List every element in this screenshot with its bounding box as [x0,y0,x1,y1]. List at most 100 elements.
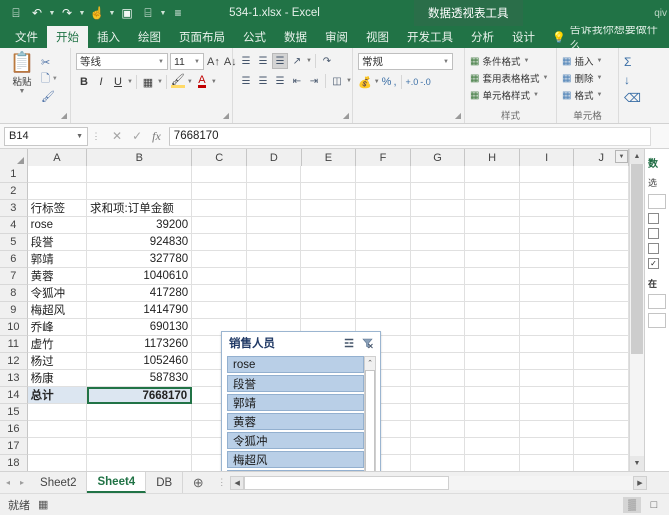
pivot-field-checkbox-2[interactable] [648,228,659,239]
tab-view[interactable]: 视图 [357,26,398,48]
cell-H15[interactable] [465,404,520,421]
currency-format-button[interactable]: 💰 [358,74,372,90]
insert-cells-dropdown-icon[interactable]: ▼ [596,58,602,64]
cell-F1[interactable] [355,166,411,183]
cell-B17[interactable] [87,438,193,455]
customize-qat-icon[interactable]: ≡ [168,3,188,23]
select-all-button[interactable] [0,149,28,166]
cell-I18[interactable] [520,455,575,471]
cell-B18[interactable] [87,455,193,471]
column-header-c[interactable]: C [192,149,247,166]
cell-H7[interactable] [465,268,520,285]
cell-E1[interactable] [301,166,356,183]
cell-C6[interactable] [192,251,247,268]
percent-format-button[interactable]: % [382,74,392,90]
number-format-select[interactable]: 常规 ▼ [358,53,453,70]
decrease-decimal-button[interactable]: -.0 [420,74,431,90]
cell-B3[interactable]: 求和项:订单金额 [87,200,193,217]
cell-A5[interactable]: 段誉 [27,234,88,251]
page-layout-view-icon[interactable]: □ [645,497,663,513]
cell-H1[interactable] [465,166,520,183]
cell-J16[interactable] [574,421,629,438]
fill-color-dropdown-icon[interactable]: ▼ [187,79,193,85]
vertical-scroll-thumb[interactable] [630,164,643,354]
delete-cells-dropdown-icon[interactable]: ▼ [596,75,602,81]
row-header-9[interactable]: 9 [0,302,28,319]
cell-C3[interactable] [192,200,247,217]
cell-B2[interactable] [87,183,193,200]
cell-I16[interactable] [519,421,575,438]
cell-styles-dropdown-icon[interactable]: ▼ [533,92,539,98]
sheet-tab-sheet2[interactable]: Sheet2 [30,472,88,493]
column-header-a[interactable]: A [27,149,88,166]
cell-C7[interactable] [192,268,247,285]
slicer-item-7[interactable]: 乔峰 [227,470,364,471]
tab-data[interactable]: 数据 [275,26,316,48]
cell-I14[interactable] [519,387,575,404]
pivot-pane-search-input[interactable] [648,194,666,209]
cell-B10[interactable]: 690130 [87,319,193,336]
cell-A13[interactable]: 杨康 [27,370,88,387]
save-icon[interactable]: ⌸ [6,3,26,23]
cut-button[interactable]: ✂ [41,55,58,69]
column-header-h[interactable]: H [465,149,520,166]
cell-A17[interactable] [27,438,88,455]
touch-mode-icon[interactable]: ☝ [87,3,107,23]
table-dropdown-icon[interactable]: ▼ [159,10,167,17]
underline-dropdown-icon[interactable]: ▼ [127,79,133,85]
font-size-input[interactable]: 11 ▼ [170,53,204,70]
cell-F9[interactable] [355,302,411,319]
cell-A7[interactable]: 黄蓉 [27,268,88,285]
cell-C9[interactable] [192,302,247,319]
multi-select-icon[interactable]: ☲ [340,335,358,351]
cell-I2[interactable] [519,183,575,200]
redo-dropdown-icon[interactable]: ▼ [78,10,86,17]
cell-J8[interactable] [574,285,629,302]
normal-view-icon[interactable]: ▒ [623,496,641,513]
cell-A12[interactable]: 杨过 [27,353,88,370]
cell-J13[interactable] [574,370,629,387]
cell-D3[interactable] [246,200,302,217]
cell-J10[interactable] [574,319,629,336]
cell-B4[interactable]: 39200 [87,217,193,234]
cell-B7[interactable]: 1040610 [87,268,193,285]
tab-developer[interactable]: 开发工具 [398,26,462,48]
pivot-pane-area-box-1[interactable] [648,294,666,309]
cell-I4[interactable] [519,217,575,234]
cell-G2[interactable] [410,183,466,200]
delete-cells-button[interactable]: ▦ 删除 ▼ [562,70,602,86]
cell-B13[interactable]: 587830 [87,370,193,387]
cell-I6[interactable] [519,251,575,268]
cell-J5[interactable] [574,234,629,251]
cell-H17[interactable] [465,438,520,455]
pivot-field-checkbox-4[interactable]: ✓ [648,258,659,269]
cell-A16[interactable] [27,421,88,438]
row-header-16[interactable]: 16 [0,421,28,438]
cell-A9[interactable]: 梅超风 [27,302,88,319]
cell-G16[interactable] [410,421,466,438]
cell-A4[interactable]: rose [27,217,88,234]
cell-B9[interactable]: 1414790 [87,302,193,319]
paste-dropdown-icon[interactable]: ▼ [19,88,26,95]
cell-B11[interactable]: 1173260 [87,336,193,353]
format-cells-dropdown-icon[interactable]: ▼ [596,92,602,98]
cell-H18[interactable] [465,455,520,471]
cell-I8[interactable] [519,285,575,302]
column-header-d[interactable]: D [247,149,302,166]
cell-I9[interactable] [519,302,575,319]
cell-C8[interactable] [192,285,247,302]
align-right-button[interactable]: ☰ [272,73,288,89]
cell-D5[interactable] [246,234,302,251]
cell-J15[interactable] [574,404,629,421]
italic-button[interactable]: I [93,74,109,90]
increase-decimal-button[interactable]: +.0 [406,74,419,90]
tab-page-layout[interactable]: 页面布局 [170,26,234,48]
cell-H6[interactable] [465,251,520,268]
scroll-up-icon[interactable]: ▲ [629,149,645,164]
cell-H10[interactable] [465,319,520,336]
cell-B8[interactable]: 417280 [87,285,193,302]
cell-D1[interactable] [246,166,302,183]
scroll-down-icon[interactable]: ▼ [629,456,645,471]
format-as-table-dropdown-icon[interactable]: ▼ [542,75,548,81]
cell-G15[interactable] [410,404,466,421]
